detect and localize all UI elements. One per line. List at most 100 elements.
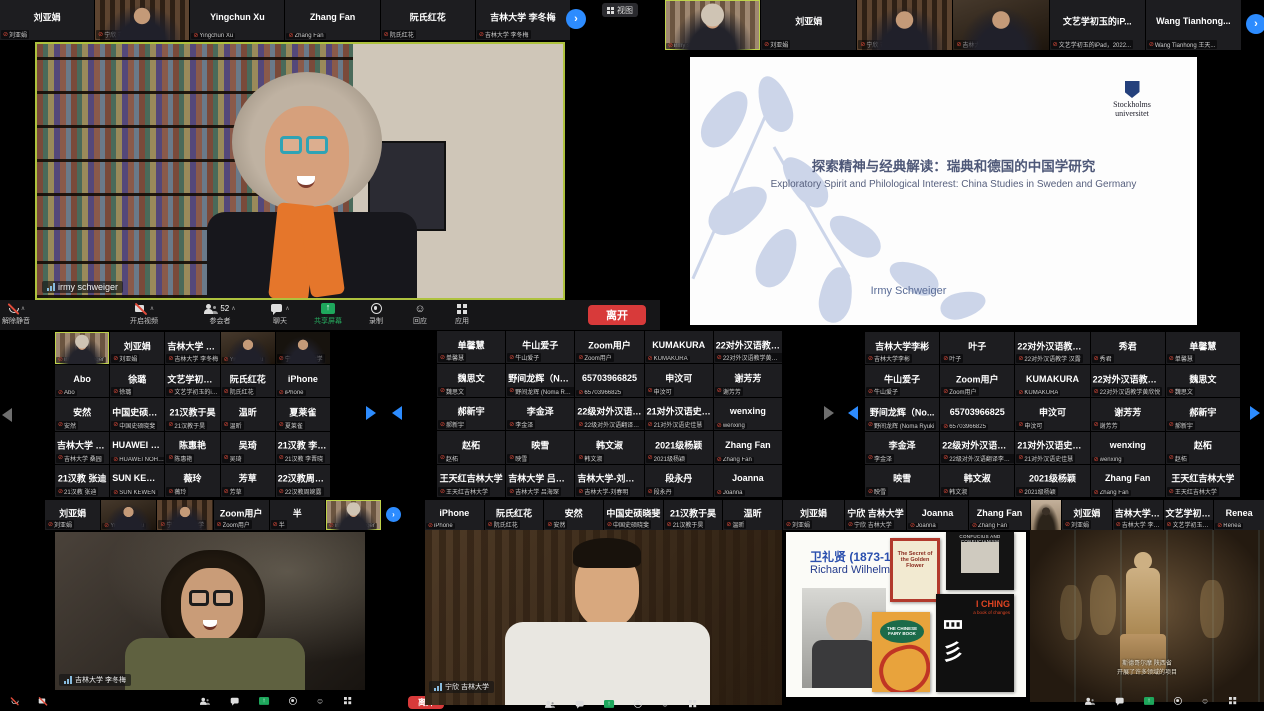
share-screen-icon[interactable]	[604, 700, 614, 708]
participant-tile[interactable]: 韩文淑 ⊘韩文淑	[940, 465, 1014, 497]
view-button[interactable]: 视图	[602, 3, 638, 17]
participant-tile[interactable]: 吴琦 ⊘吴琦	[221, 432, 275, 464]
prev-page-arrow-icon[interactable]	[2, 408, 12, 422]
participant-tile[interactable]: 刘亚娟 ⊘刘亚娟	[45, 500, 100, 530]
participant-tile[interactable]: 赵柘 ⊘赵柘	[437, 431, 505, 463]
participant-tile[interactable]	[1031, 500, 1061, 530]
participant-tile[interactable]: 薇玲 ⊘薇玲	[165, 465, 219, 497]
participant-tile[interactable]: 22级对外汉语教... ⊘22级对外汉语翻译李金灵	[575, 398, 643, 430]
participant-tile[interactable]: irmy schweiger ⊘irmy schweiger	[326, 500, 381, 530]
participant-tile[interactable]: 映雪 ⊘映雪	[506, 431, 574, 463]
participant-tile[interactable]: 李金泽 ⊘李金泽	[865, 432, 939, 464]
participant-tile[interactable]: 宁欣 吉林大学 ⊘宁欣 吉林大学	[95, 0, 189, 40]
participant-tile[interactable]: 魏思文 ⊘魏思文	[1166, 365, 1240, 397]
participant-tile[interactable]: Zoom用户 ⊘Zoom用户	[940, 365, 1014, 397]
participant-tile[interactable]: 宁欣 吉林大学 ⊘宁欣 吉林大学	[857, 0, 952, 50]
participant-tile[interactable]: Zhang Fan ⊘Zhang Fan	[1091, 465, 1165, 497]
participants-icon[interactable]	[200, 697, 210, 706]
participant-tile[interactable]: 阮氏红花 ⊘阮氏红花	[485, 500, 544, 530]
participant-tile[interactable]: 吉林大学 李冬梅 ⊘吉林大学 李冬梅	[1113, 500, 1163, 530]
participant-tile[interactable]: 文艺学初玉的iP... ⊘文艺学初玉的iPad，2022...	[165, 365, 219, 397]
prev-page-arrow-icon[interactable]	[848, 406, 858, 420]
participant-tile[interactable]: 宁欣 吉林大学 ⊘宁欣 吉林大学	[157, 500, 212, 530]
next-page-arrow-icon[interactable]	[1250, 406, 1260, 420]
participant-tile[interactable]: 单馨慧 ⊘单馨慧	[1166, 332, 1240, 364]
participant-tile[interactable]: 阮氏红花 ⊘阮氏红花	[381, 0, 475, 40]
participant-tile[interactable]: 宁欣 吉林大学 ⊘宁欣 吉林大学	[276, 332, 330, 364]
participant-tile[interactable]: 王天红吉林大学 ⊘王天红吉林大学	[1166, 465, 1240, 497]
participant-tile[interactable]: 吉林大学-刘春明 ⊘吉林大学-刘春明	[575, 465, 643, 497]
participant-tile[interactable]: 21汉教 李晋晓 ⊘21汉教 李晋晓	[276, 432, 330, 464]
participant-tile[interactable]: 吉林大学 桑园 ⊘吉林大学 桑园	[55, 432, 109, 464]
participant-tile[interactable]: 中国史硕晓斐 ⊘中国史硕晓斐	[110, 398, 164, 430]
participant-tile[interactable]: 吉林大学 李冬梅 ⊘吉林大学 李冬梅	[476, 0, 570, 40]
participant-tile[interactable]: wenxing ⊘wenxing	[1091, 432, 1165, 464]
participant-tile[interactable]: Zhang Fan ⊘Zhang Fan	[969, 500, 1030, 530]
participant-tile[interactable]: 申汶可 ⊘申汶可	[1015, 398, 1089, 430]
participant-tile[interactable]: 宁欣 吉林大学 ⊘宁欣 吉林大学	[845, 500, 906, 530]
apps-icon[interactable]	[344, 697, 351, 704]
next-page-arrow-icon[interactable]: ›	[566, 9, 586, 29]
participant-tile[interactable]: 单馨慧 ⊘单馨慧	[437, 331, 505, 363]
participant-tile[interactable]: 2021级杨颖 ⊘2021级杨颖	[1015, 465, 1089, 497]
participant-tile[interactable]: 野间龙辉（No... ⊘野间龙辉 (Noma Ryuki	[865, 398, 939, 430]
participant-tile[interactable]: 韩文淑 ⊘韩文淑	[575, 431, 643, 463]
start-video-button[interactable]: ∧ 开启视频	[112, 302, 176, 326]
prev-page-arrow-icon[interactable]	[392, 406, 402, 420]
camera-off-icon[interactable]	[38, 697, 48, 706]
participant-tile[interactable]: irmy schweiger ⊘irmy schweiger	[55, 332, 109, 364]
participant-tile[interactable]: 牛山爱子 ⊘牛山爱子	[506, 331, 574, 363]
participant-tile[interactable]: KUMAKURA ⊘KUMAKURA	[1015, 365, 1089, 397]
chat-icon[interactable]	[575, 700, 584, 709]
participant-tile[interactable]: 吉林大学 李冬梅 ⊘吉林大学 李冬梅	[165, 332, 219, 364]
participant-tile[interactable]: 刘亚娟 ⊘刘亚娟	[0, 0, 94, 40]
participant-tile[interactable]: 叶子 ⊘叶子	[940, 332, 1014, 364]
participant-tile[interactable]: Yingchun Xu ⊘Yingchun Xu	[101, 500, 156, 530]
participant-tile[interactable]: 文艺学初玉的iP... ⊘文艺学初玉的iPad，2022...	[1050, 0, 1145, 50]
participant-tile[interactable]: 65703966825 ⊘65703966825	[940, 398, 1014, 430]
reactions-icon[interactable]: ☺	[316, 697, 325, 706]
participant-tile[interactable]: 刘亚娟 ⊘刘亚娟	[1062, 500, 1112, 530]
record-icon[interactable]	[634, 700, 642, 708]
participant-tile[interactable]: 阮氏红花 ⊘阮氏红花	[221, 365, 275, 397]
mic-muted-icon[interactable]	[10, 697, 19, 706]
participant-tile[interactable]: 吉林大学 李冬梅 ⊘吉林大学 李冬梅	[953, 0, 1048, 50]
participant-tile[interactable]: SUN KEWEN ⊘SUN KEWEN	[110, 465, 164, 497]
participant-tile[interactable]: 申汶可 ⊘申汶可	[645, 364, 713, 396]
chat-icon[interactable]	[1115, 697, 1124, 706]
participant-tile[interactable]: 21汉教 张迪 ⊘21汉教 张迪	[55, 465, 109, 497]
participant-tile[interactable]: 夏莱雀 ⊘夏莱雀	[276, 398, 330, 430]
participant-tile[interactable]: 赵柘 ⊘赵柘	[1166, 432, 1240, 464]
participant-tile[interactable]: Abo ⊘Abo	[55, 365, 109, 397]
participant-tile[interactable]: 李金泽 ⊘李金泽	[506, 398, 574, 430]
participant-tile[interactable]: 映雪 ⊘映雪	[865, 465, 939, 497]
participant-tile[interactable]: 刘亚娟 ⊘刘亚娟	[783, 500, 844, 530]
participant-tile[interactable]: 刘亚娟 ⊘刘亚娟	[110, 332, 164, 364]
participant-tile[interactable]: Zhang Fan ⊘Zhang Fan	[285, 0, 379, 40]
participant-tile[interactable]: 22对外汉语教学... ⊘22对外汉语教学 汉露	[1015, 332, 1089, 364]
participant-tile[interactable]: Renea ⊘Renea	[1214, 500, 1264, 530]
record-icon[interactable]	[289, 697, 297, 705]
participant-tile[interactable]: Yingchun Xu ⊘Yingchun Xu	[190, 0, 284, 40]
participants-icon[interactable]	[1085, 697, 1095, 706]
participant-tile[interactable]: 吉林大学 吕海琛 ⊘吉林大学 吕海琛	[506, 465, 574, 497]
next-page-arrow-icon[interactable]	[824, 406, 834, 420]
participant-tile[interactable]: 21对外汉语史佳... ⊘21对外汉语史佳慧	[645, 398, 713, 430]
participant-tile[interactable]: 安然 ⊘安然	[544, 500, 603, 530]
leave-meeting-button[interactable]: 离开	[588, 305, 646, 325]
participants-button[interactable]: 52∧ 参会者	[188, 302, 252, 326]
participant-tile[interactable]: 22对外汉语教学... ⊘22对外汉语教学黄欣悦	[714, 331, 782, 363]
next-page-arrow-icon[interactable]	[366, 406, 376, 420]
reactions-icon[interactable]: ☺	[1201, 697, 1210, 706]
participant-tile[interactable]: 21对外汉语史佳... ⊘21对外汉语史佳慧	[1015, 432, 1089, 464]
participant-tile[interactable]: 文艺学初玉的iP... ⊘文艺学初玉的iPad，20...	[1164, 500, 1214, 530]
apps-icon[interactable]	[689, 700, 696, 707]
participant-tile[interactable]: Zoom用户 ⊘Zoom用户	[214, 500, 269, 530]
participant-tile[interactable]: 秀君 ⊘秀君	[1091, 332, 1165, 364]
participant-tile[interactable]: 谢芳芳 ⊘谢芳芳	[714, 364, 782, 396]
reactions-icon[interactable]: ☺	[661, 700, 670, 709]
unmute-button[interactable]: ∧ 解除静音	[0, 302, 48, 326]
participant-tile[interactable]: 中国史硕晓斐 ⊘中国史硕晓斐	[604, 500, 663, 530]
participant-tile[interactable]: irmy schweiger ⊘irmy schweiger	[665, 0, 760, 50]
participant-tile[interactable]: 安然 ⊘安然	[55, 398, 109, 430]
